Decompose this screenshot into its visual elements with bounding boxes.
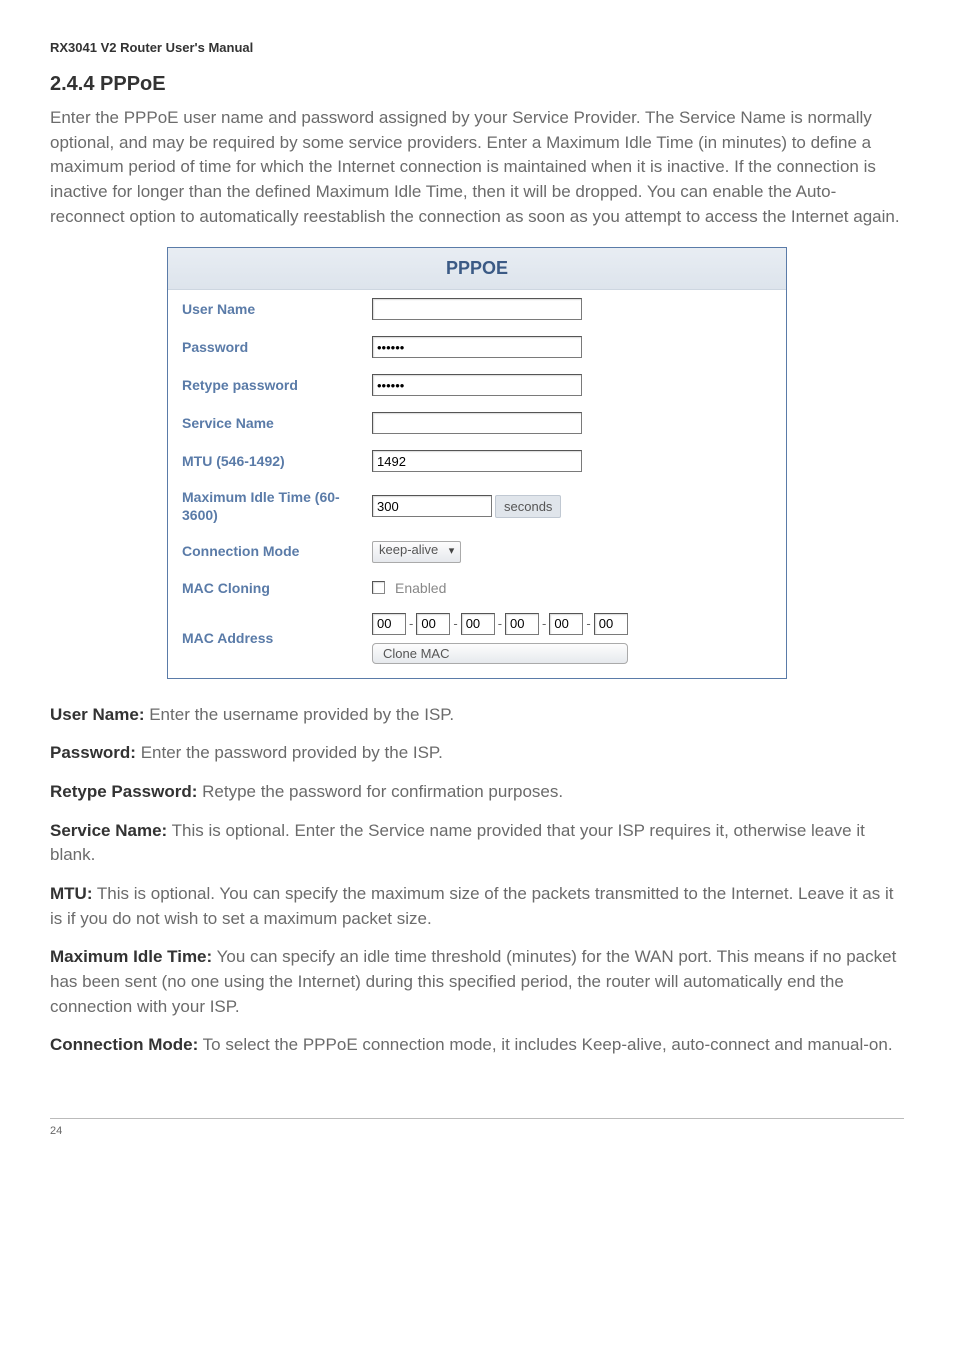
label-password: Password — [182, 338, 372, 356]
def-term-mtu: MTU: — [50, 884, 92, 903]
def-term-conn: Connection Mode: — [50, 1035, 198, 1054]
def-term-idle: Maximum Idle Time: — [50, 947, 212, 966]
mac-dash: - — [452, 616, 458, 631]
def-text-username: Enter the username provided by the ISP. — [145, 705, 455, 724]
page-number: 24 — [50, 1125, 904, 1137]
clone-mac-button[interactable]: Clone MAC — [372, 643, 628, 664]
footer-divider — [50, 1118, 904, 1119]
label-mac-address: MAC Address — [182, 629, 372, 647]
mac-dash: - — [497, 616, 503, 631]
mac-octet-0[interactable] — [372, 613, 406, 635]
mac-octet-3[interactable] — [505, 613, 539, 635]
def-term-password: Password: — [50, 743, 136, 762]
def-text-conn: To select the PPPoE connection mode, it … — [198, 1035, 892, 1054]
def-text-retype: Retype the password for confirmation pur… — [197, 782, 563, 801]
label-mac-cloning: MAC Cloning — [182, 579, 372, 597]
password-input[interactable] — [372, 336, 582, 358]
form-title: PPPOE — [168, 248, 786, 290]
label-mtu: MTU (546-1492) — [182, 452, 372, 470]
document-header: RX3041 V2 Router User's Manual — [50, 40, 904, 55]
mac-dash: - — [408, 616, 414, 631]
def-text-mtu: This is optional. You can specify the ma… — [50, 884, 893, 928]
retype-password-input[interactable] — [372, 374, 582, 396]
label-connection-mode: Connection Mode — [182, 542, 372, 560]
idle-time-input[interactable] — [372, 495, 492, 517]
mac-dash: - — [541, 616, 547, 631]
mac-cloning-checkbox[interactable] — [372, 581, 385, 594]
section-heading: 2.4.4 PPPoE — [50, 73, 904, 96]
def-term-service: Service Name: — [50, 821, 167, 840]
label-user-name: User Name — [182, 300, 372, 318]
connection-mode-select[interactable]: keep-alive — [372, 541, 461, 563]
service-name-input[interactable] — [372, 412, 582, 434]
mtu-input[interactable] — [372, 450, 582, 472]
def-term-username: User Name: — [50, 705, 145, 724]
user-name-input[interactable] — [372, 298, 582, 320]
enabled-label: Enabled — [395, 580, 446, 596]
mac-octet-4[interactable] — [549, 613, 583, 635]
mac-octet-5[interactable] — [594, 613, 628, 635]
mac-dash: - — [585, 616, 591, 631]
def-term-retype: Retype Password: — [50, 782, 197, 801]
seconds-label: seconds — [495, 495, 561, 518]
def-text-service: This is optional. Enter the Service name… — [50, 821, 865, 865]
pppoe-form-panel: PPPOE User Name Password Retype password… — [167, 247, 787, 679]
intro-paragraph: Enter the PPPoE user name and password a… — [50, 106, 904, 229]
mac-octet-2[interactable] — [461, 613, 495, 635]
label-retype-password: Retype password — [182, 376, 372, 394]
def-text-password: Enter the password provided by the ISP. — [136, 743, 443, 762]
label-service-name: Service Name — [182, 414, 372, 432]
label-max-idle: Maximum Idle Time (60-3600) — [182, 488, 372, 524]
mac-octet-1[interactable] — [416, 613, 450, 635]
